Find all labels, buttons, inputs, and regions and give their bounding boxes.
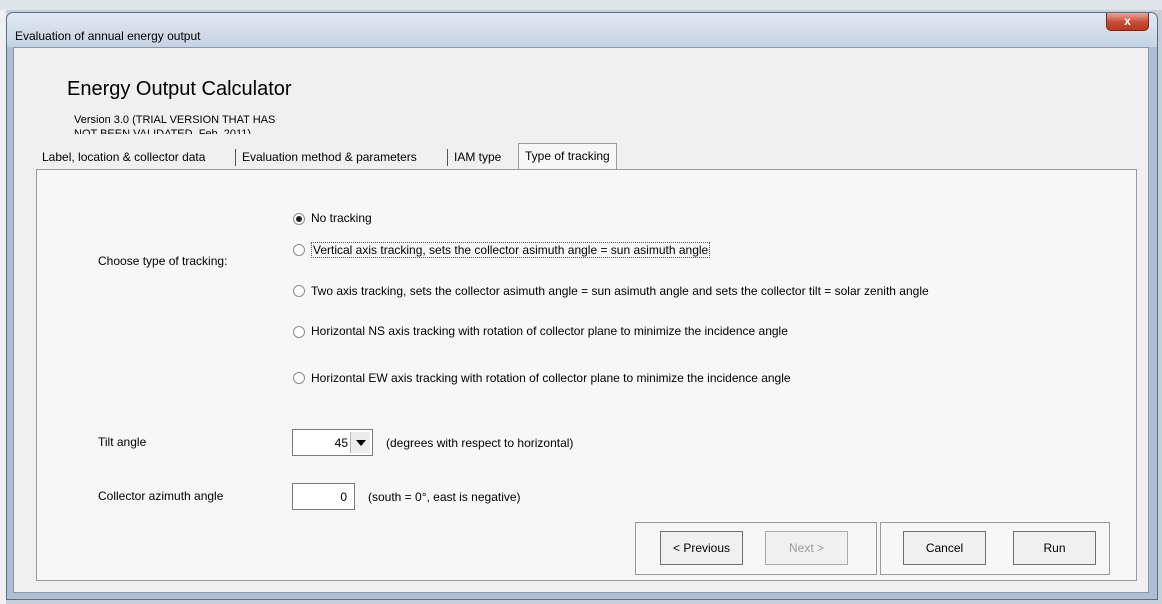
tab-separator <box>235 149 236 166</box>
tracking-panel: Choose type of tracking: No tracking Ver… <box>36 169 1137 581</box>
option-horizontal-ns-label: Horizontal NS axis tracking with rotatio… <box>311 324 788 338</box>
app-title: Energy Output Calculator <box>67 78 292 100</box>
azimuth-angle-value: 0 <box>340 490 347 504</box>
option-horizontal-ew-label: Horizontal EW axis tracking with rotatio… <box>311 371 791 385</box>
tilt-angle-select[interactable]: 45 <box>292 429 373 456</box>
version-text-line2: NOT BEEN VALIDATED, Feb. 2011) <box>74 128 252 134</box>
title-bar: Evaluation of annual energy output x <box>7 13 1157 47</box>
background-strip <box>0 0 1162 10</box>
dialog-window: Evaluation of annual energy output x Ene… <box>6 12 1158 600</box>
azimuth-angle-label: Collector azimuth angle <box>98 489 224 503</box>
close-button[interactable]: x <box>1106 13 1149 31</box>
option-vertical-axis-label: Vertical axis tracking, sets the collect… <box>311 242 711 258</box>
radio-no-tracking[interactable] <box>293 213 305 225</box>
close-icon: x <box>1124 14 1131 28</box>
tilt-angle-note: (degrees with respect to horizontal) <box>386 436 574 450</box>
tab-type-of-tracking[interactable]: Type of tracking <box>518 143 617 169</box>
tilt-angle-value: 45 <box>334 436 348 450</box>
tab-separator <box>447 149 448 166</box>
previous-button[interactable]: < Previous <box>660 531 743 565</box>
run-button[interactable]: Run <box>1013 531 1096 565</box>
next-button[interactable]: Next > <box>765 531 848 565</box>
cancel-button[interactable]: Cancel <box>903 531 986 565</box>
tracking-type-label: Choose type of tracking: <box>98 254 228 268</box>
dialog-client: Energy Output Calculator Version 3.0 (TR… <box>13 47 1149 593</box>
radio-horizontal-ns[interactable] <box>293 326 305 338</box>
radio-horizontal-ew[interactable] <box>293 372 305 384</box>
radio-vertical-axis[interactable] <box>293 244 305 256</box>
tab-label-location-collector[interactable]: Label, location & collector data <box>42 146 205 168</box>
version-text-line1: Version 3.0 (TRIAL VERSION THAT HAS <box>74 114 276 126</box>
option-no-tracking-label: No tracking <box>311 211 372 225</box>
azimuth-angle-note: (south = 0°, east is negative) <box>368 490 521 504</box>
azimuth-angle-input[interactable]: 0 <box>292 483 355 510</box>
tab-evaluation-method[interactable]: Evaluation method & parameters <box>242 146 417 168</box>
tilt-angle-label: Tilt angle <box>98 435 147 449</box>
window-title: Evaluation of annual energy output <box>15 29 201 43</box>
chevron-down-icon[interactable] <box>350 432 370 453</box>
tab-iam-type[interactable]: IAM type <box>454 146 501 168</box>
option-two-axis-label: Two axis tracking, sets the collector as… <box>311 284 929 298</box>
radio-two-axis[interactable] <box>293 285 305 297</box>
